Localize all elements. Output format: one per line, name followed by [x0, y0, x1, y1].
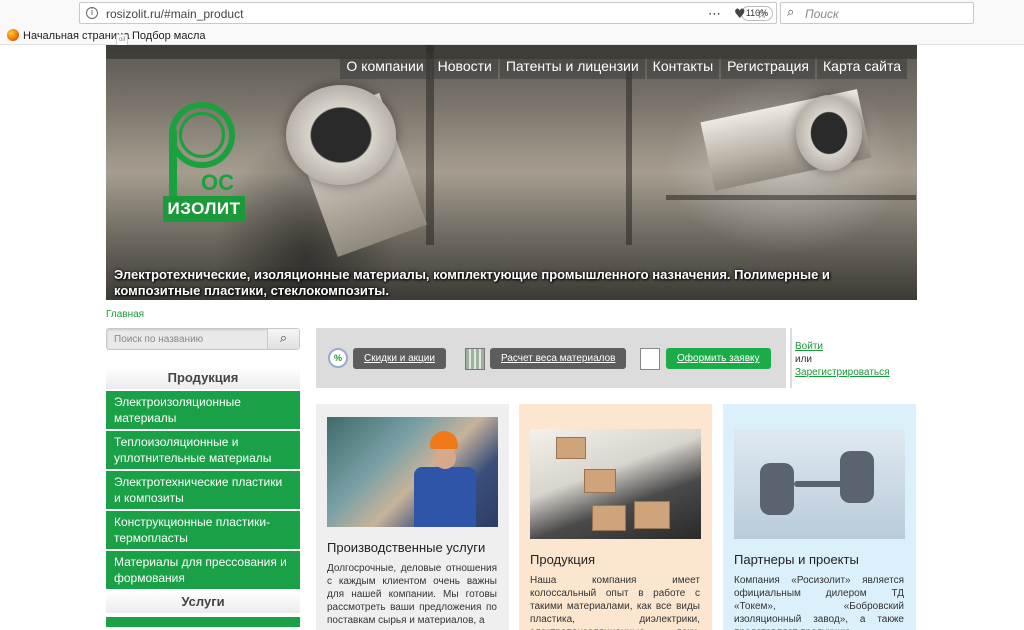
calculator-icon [465, 348, 485, 370]
login-link[interactable]: Войти [795, 341, 823, 352]
services-heading: Услуги [106, 591, 300, 613]
card-title[interactable]: Производственные услуги [327, 540, 485, 555]
bookmark-oil[interactable]: oil Подбор масла [116, 29, 206, 46]
sidebar-item-electro-plastics[interactable]: Электротехнические пластики и композиты [106, 471, 300, 509]
sidebar-item-thermal-insulation[interactable]: Теплоизоляционные и уплотнительные матер… [106, 431, 300, 469]
browser-toolbar: i rosizolit.ru/#main_product 110% ⋯ ♥ ☆ … [0, 0, 1024, 27]
bookmark-home-label: Начальная страница [23, 30, 130, 42]
bookmark-oil-label: Подбор масла [132, 30, 206, 42]
address-text[interactable]: rosizolit.ru/#main_product [106, 7, 243, 21]
card-text: Наша компания имеет колоссальный опыт в … [530, 575, 700, 630]
card-text: Компания «Росизолит» является официальны… [734, 575, 904, 630]
sidebar-search[interactable]: Поиск по названию ⌕ [106, 328, 300, 350]
document-icon [640, 348, 660, 370]
site-info-icon[interactable]: i [86, 7, 98, 19]
search-icon: ⌕ [787, 5, 795, 20]
card-text: Долгосрочные, деловые отношения с каждым… [327, 563, 497, 626]
main-nav: О компании Новости Патенты и лицензии Ко… [340, 53, 907, 79]
browser-search-box[interactable]: ⌕ Поиск [780, 2, 974, 24]
rosizolit-logo[interactable]: ОС ИЗОЛИТ [163, 100, 245, 222]
sidebar-item-thermoplastics[interactable]: Конструкционные пластики-термопласты [106, 511, 300, 549]
firefox-icon [7, 29, 19, 41]
header-tagline: Электротехнические, изоляционные материа… [114, 267, 830, 298]
nav-sitemap[interactable]: Карта сайта [817, 53, 907, 79]
page-actions-icon[interactable]: ⋯ [708, 7, 721, 23]
action-toolbar: % Скидки и акции Расчет веса материалов … [316, 328, 916, 388]
weight-calc-button[interactable]: Расчет веса материалов [490, 348, 627, 369]
auth-box: Войти или Зарегистрироваться [786, 328, 916, 388]
or-text: или [795, 354, 813, 365]
nav-registration[interactable]: Регистрация [721, 53, 815, 79]
nav-about[interactable]: О компании [340, 53, 430, 79]
card-title[interactable]: Партнеры и проекты [734, 552, 859, 567]
pocket-icon[interactable]: ♥ [734, 7, 746, 23]
products-heading: Продукция [106, 367, 300, 389]
card-partners[interactable]: Партнеры и проекты Компания «Росизолит» … [723, 404, 916, 630]
card-products[interactable]: Продукция Наша компания имеет колоссальн… [519, 404, 712, 630]
nav-news[interactable]: Новости [431, 53, 498, 79]
order-button[interactable]: Оформить заявку [666, 348, 771, 369]
search-icon[interactable]: ⌕ [267, 329, 299, 349]
header-banner: О компании Новости Патенты и лицензии Ко… [106, 45, 917, 300]
discounts-button[interactable]: Скидки и акции [353, 348, 446, 369]
sidebar-search-input[interactable]: Поиск по названию [114, 334, 203, 345]
handshake-image [734, 429, 905, 539]
discount-icon: % [328, 348, 348, 368]
logo-suffix: ОС [201, 170, 234, 195]
worker-image [327, 417, 498, 527]
sidebar-item-service[interactable] [106, 617, 300, 627]
nav-contacts[interactable]: Контакты [646, 53, 720, 79]
nav-patents[interactable]: Патенты и лицензии [499, 53, 645, 79]
sidebar-item-electro-insulation[interactable]: Электроизоляционные материалы [106, 391, 300, 429]
conveyor-image [530, 429, 701, 539]
bookmark-star-icon[interactable]: ☆ [756, 7, 768, 23]
register-link[interactable]: Зарегистрироваться [795, 367, 890, 378]
card-title[interactable]: Продукция [530, 552, 595, 567]
bookmarks-bar: Начальная страница oil Подбор масла [0, 27, 1024, 46]
sidebar-item-pressing-materials[interactable]: Материалы для прессования и формования [106, 551, 300, 589]
bookmark-home[interactable]: Начальная страница [7, 29, 129, 43]
browser-search-placeholder: Поиск [805, 7, 839, 21]
sidebar: Поиск по названию ⌕ Продукция Электроизо… [106, 328, 300, 630]
breadcrumb-home[interactable]: Главная [106, 309, 144, 320]
address-bar[interactable]: i rosizolit.ru/#main_product 110% ⋯ ♥ ☆ [79, 2, 777, 24]
card-production-services[interactable]: Производственные услуги Долгосрочные, де… [316, 404, 509, 630]
logo-name: ИЗОЛИТ [163, 196, 245, 222]
